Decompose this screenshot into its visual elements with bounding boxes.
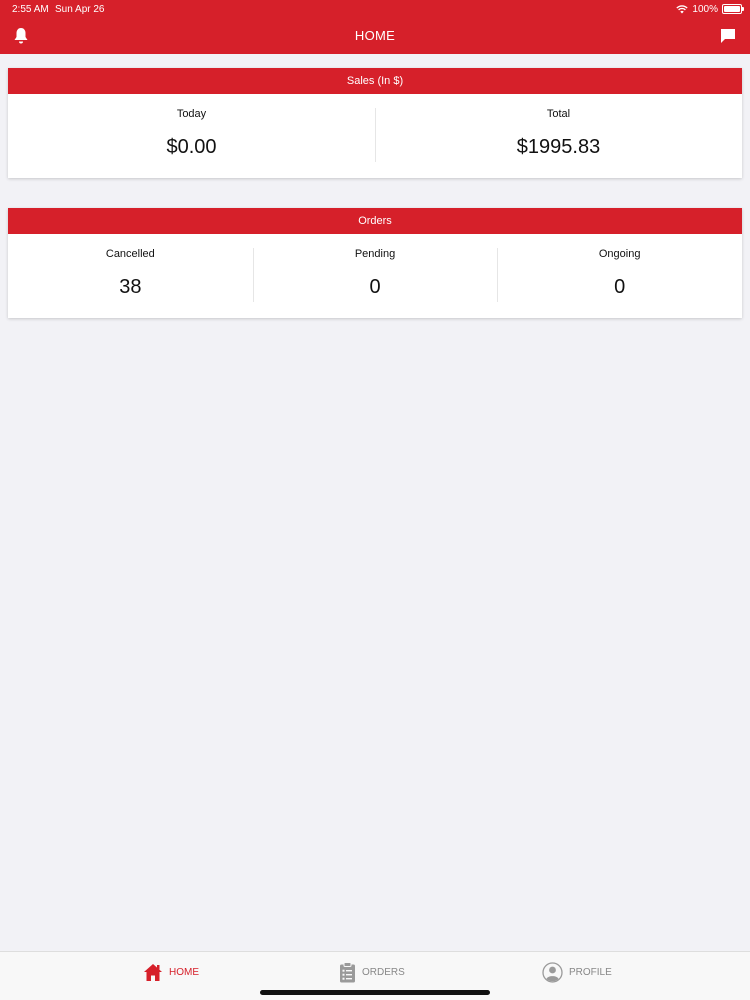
home-icon bbox=[144, 963, 162, 981]
clipboard-icon bbox=[340, 961, 355, 982]
orders-card-header: Orders bbox=[8, 208, 742, 234]
top-navigation-bar: 2:55 AM Sun Apr 26 100% HOME bbox=[0, 0, 750, 54]
sales-card-body: Today $0.00 Total $1995.83 bbox=[8, 94, 742, 178]
home-indicator bbox=[260, 990, 490, 995]
orders-card-body: Cancelled 38 Pending 0 Ongoing 0 bbox=[8, 234, 742, 318]
orders-pending[interactable]: Pending 0 bbox=[252, 234, 498, 318]
tab-home-label: HOME bbox=[169, 966, 199, 978]
wifi-icon bbox=[676, 5, 689, 14]
orders-ongoing-value: 0 bbox=[614, 276, 626, 298]
sales-card-header: Sales (In $) bbox=[8, 68, 742, 94]
orders-card: Orders Cancelled 38 Pending 0 Ongoing 0 bbox=[8, 208, 742, 318]
tab-profile-label: PROFILE bbox=[569, 966, 612, 978]
status-date: Sun Apr 26 bbox=[55, 4, 105, 15]
user-circle-icon bbox=[542, 961, 563, 983]
status-time: 2:55 AM bbox=[12, 4, 49, 15]
sales-today-value: $0.00 bbox=[166, 136, 217, 158]
battery-percent: 100% bbox=[692, 4, 718, 15]
page-title: HOME bbox=[354, 28, 396, 43]
sales-today: Today $0.00 bbox=[8, 94, 375, 178]
status-right: 100% bbox=[676, 4, 718, 15]
orders-cancelled-value: 38 bbox=[119, 276, 142, 298]
orders-cancelled-label: Cancelled bbox=[105, 248, 155, 260]
sales-card: Sales (In $) Today $0.00 Total $1995.83 bbox=[8, 68, 742, 178]
tab-orders-label: ORDERS bbox=[362, 966, 405, 978]
sales-total: Total $1995.83 bbox=[375, 94, 742, 178]
tab-orders[interactable]: ORDERS bbox=[339, 961, 405, 983]
orders-ongoing-label: Ongoing bbox=[598, 248, 641, 260]
sales-total-label: Total bbox=[546, 108, 571, 120]
orders-pending-label: Pending bbox=[354, 248, 396, 260]
battery-icon bbox=[722, 4, 744, 14]
sales-total-value: $1995.83 bbox=[516, 136, 601, 158]
orders-ongoing[interactable]: Ongoing 0 bbox=[497, 234, 742, 318]
tab-home[interactable]: HOME bbox=[143, 961, 199, 983]
status-bar: 2:55 AM Sun Apr 26 100% bbox=[0, 0, 750, 18]
orders-cancelled[interactable]: Cancelled 38 bbox=[8, 234, 253, 318]
message-icon[interactable] bbox=[720, 28, 736, 44]
tab-profile[interactable]: PROFILE bbox=[542, 961, 612, 983]
sales-today-label: Today bbox=[176, 108, 207, 120]
orders-pending-value: 0 bbox=[369, 276, 381, 298]
